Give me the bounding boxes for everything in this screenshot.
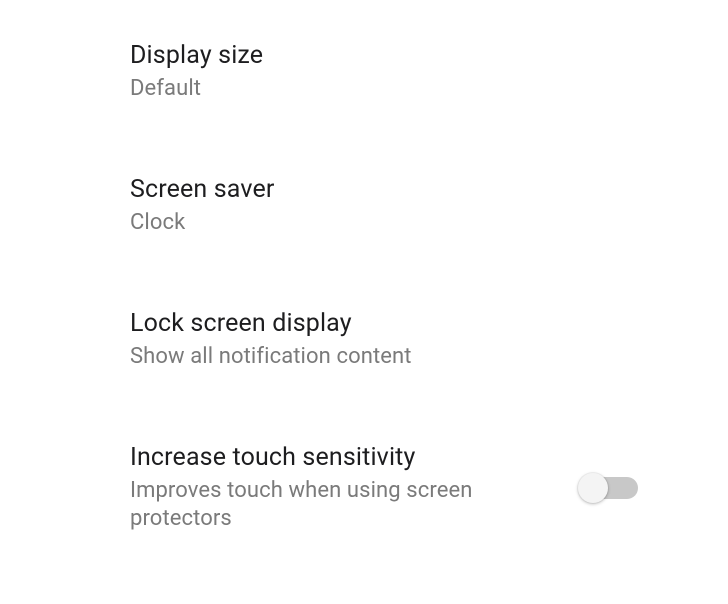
settings-list: Display size Default Screen saver Clock … (0, 0, 728, 604)
item-subtitle: Show all notification content (130, 343, 608, 372)
item-text: Display size Default (130, 40, 638, 104)
item-text: Lock screen display Show all notificatio… (130, 308, 638, 372)
item-subtitle: Default (130, 75, 608, 104)
item-text: Screen saver Clock (130, 174, 638, 238)
item-title: Screen saver (130, 174, 608, 205)
item-subtitle: Improves touch when using screen protect… (130, 477, 552, 534)
settings-item-increase-touch-sensitivity[interactable]: Increase touch sensitivity Improves touc… (130, 442, 638, 604)
item-title: Display size (130, 40, 608, 71)
settings-item-screen-saver[interactable]: Screen saver Clock (130, 174, 638, 308)
item-title: Lock screen display (130, 308, 608, 339)
switch-knob (578, 473, 608, 503)
settings-item-display-size[interactable]: Display size Default (130, 40, 638, 174)
item-text: Increase touch sensitivity Improves touc… (130, 442, 582, 534)
item-title: Increase touch sensitivity (130, 442, 552, 473)
settings-item-lock-screen-display[interactable]: Lock screen display Show all notificatio… (130, 308, 638, 442)
item-subtitle: Clock (130, 209, 608, 238)
touch-sensitivity-switch[interactable] (582, 477, 638, 499)
